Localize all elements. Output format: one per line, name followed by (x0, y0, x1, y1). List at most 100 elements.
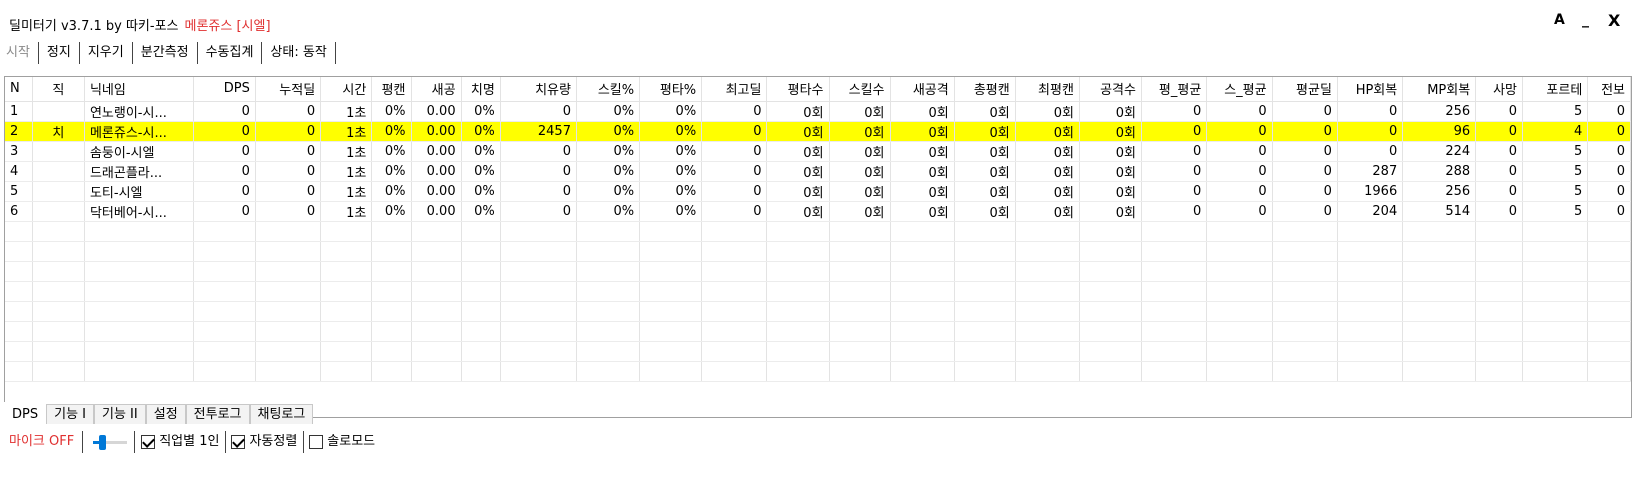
tab-dps[interactable]: DPS (4, 402, 47, 424)
table-row[interactable]: 2 치 메론쥬스-시... 0 0 1초 0% 0.00 0% 2457 0% 0% 0 0회 0회 0회 0회… (5, 121, 1631, 142)
column-header[interactable]: 직 (32, 77, 85, 102)
table-row[interactable]: 6 닥터베어-시... 0 0 1초 0% 0.00 0% 0 0% 0% 0 0회 0회 0회 0회 0회 0회… (5, 201, 1631, 222)
column-header[interactable]: 최고딜 (701, 77, 768, 102)
column-header[interactable]: 스_평균 (1206, 77, 1273, 102)
table-cell: 0 (701, 201, 768, 222)
dps-grid[interactable]: N 직 닉네임 DPS 누적딜 시간 평캔 새공 치명 치유량 스킬% 평타% 최고딜 평타수 스킬수 새공격… (4, 76, 1632, 418)
empty-cell (461, 261, 501, 282)
empty-cell (411, 301, 462, 322)
empty-cell (766, 321, 830, 342)
table-cell: 0% (371, 181, 412, 202)
slider-thumb[interactable] (98, 435, 106, 450)
start-button[interactable]: 시작 (0, 42, 39, 64)
column-header[interactable]: DPS (193, 77, 256, 102)
checkbox-box[interactable] (309, 435, 324, 449)
empty-cell (1522, 341, 1589, 362)
empty-cell (1015, 241, 1080, 262)
stop-button[interactable]: 정지 (39, 42, 80, 64)
column-header[interactable]: 평캔 (371, 77, 412, 102)
table-cell: 0 (500, 141, 577, 162)
empty-cell (829, 321, 891, 342)
empty-cell (320, 361, 373, 382)
table-cell: 0 (1206, 121, 1273, 142)
column-header[interactable]: 최평캔 (1015, 77, 1080, 102)
column-header[interactable]: 누적딜 (255, 77, 322, 102)
table-row[interactable]: 5 도티-시엘 0 0 1초 0% 0.00 0% 0 0% 0% 0 0회 0회 0회 0회 0회 0회 0 0 0 1… (5, 181, 1631, 202)
column-header[interactable]: 평타수 (766, 77, 830, 102)
empty-cell (1015, 281, 1080, 302)
tab-strip: DPS 기능 I 기능 II 설정 전투로그 채팅로그 (4, 402, 314, 424)
table-cell: 0회 (1079, 181, 1142, 202)
column-header[interactable]: 시간 (320, 77, 373, 102)
table-row[interactable]: 4 드래곤플라... 0 0 1초 0% 0.00 0% 0 0% 0% 0 0회 0회 0회 0회 0회 0회 0… (5, 161, 1631, 182)
volume-slider[interactable] (83, 431, 136, 453)
empty-cell (320, 321, 373, 342)
solo-mode-checkbox[interactable]: 솔로모드 (309, 431, 381, 453)
column-header[interactable]: 전보 (1587, 77, 1631, 102)
table-cell: 0 (1475, 101, 1523, 122)
table-cell: 0 (1272, 121, 1338, 142)
clear-button[interactable]: 지우기 (80, 42, 133, 64)
table-cell: 0 (1141, 161, 1208, 182)
checkbox-box[interactable] (231, 435, 246, 449)
checkbox-box[interactable] (141, 435, 156, 449)
empty-cell (32, 321, 85, 342)
column-header[interactable]: 평_평균 (1141, 77, 1208, 102)
table-cell: 0 (1272, 181, 1338, 202)
column-header[interactable]: 치유량 (500, 77, 577, 102)
column-header[interactable]: 공격수 (1079, 77, 1142, 102)
column-header[interactable]: 사망 (1475, 77, 1523, 102)
table-row[interactable]: 1 연노랭이-시... 0 0 1초 0% 0.00 0% 0 0% 0% 0 0회 0회 0회 0회 0회 0회… (5, 101, 1631, 122)
empty-cell (1206, 241, 1273, 262)
column-header[interactable]: 포르테 (1522, 77, 1589, 102)
empty-cell (320, 221, 373, 242)
table-cell: 0 (701, 121, 768, 142)
empty-cell (1587, 221, 1631, 242)
empty-cell (1337, 301, 1404, 322)
minimize-button[interactable]: _ (1582, 12, 1589, 28)
table-cell: 0회 (766, 101, 830, 122)
table-cell: 0 (500, 161, 577, 182)
column-header[interactable]: N (5, 77, 33, 102)
column-header[interactable]: 평균딜 (1272, 77, 1338, 102)
column-header[interactable]: 새공격 (890, 77, 955, 102)
auto-sort-checkbox[interactable]: 자동정렬 (231, 431, 305, 453)
table-row[interactable]: 3 솜둥이-시엘 0 0 1초 0% 0.00 0% 0 0% 0% 0 0회 0회 0회 0회 0회 0회 0 0 0… (5, 141, 1631, 162)
font-toggle-button[interactable]: A (1554, 12, 1565, 28)
column-header[interactable]: HP회복 (1337, 77, 1404, 102)
empty-cell (1475, 361, 1523, 382)
mic-toggle-button[interactable]: 마이크 OFF (0, 431, 84, 453)
tab-combat-log[interactable]: 전투로그 (185, 404, 250, 424)
empty-cell (320, 341, 373, 362)
empty-cell (1206, 361, 1273, 382)
tab-function-1[interactable]: 기능 I (46, 404, 94, 424)
empty-cell (576, 301, 641, 322)
empty-cell (1337, 281, 1404, 302)
tab-function-2[interactable]: 기능 II (94, 404, 146, 424)
minute-measure-button[interactable]: 분간측정 (133, 42, 198, 64)
empty-cell (1475, 341, 1523, 362)
close-button[interactable]: X (1608, 11, 1620, 30)
column-header[interactable]: 닉네임 (84, 77, 194, 102)
column-header[interactable]: 총평캔 (954, 77, 1016, 102)
tab-chat-log[interactable]: 채팅로그 (249, 404, 314, 424)
column-header[interactable]: 새공 (411, 77, 462, 102)
manual-aggregate-button[interactable]: 수동집계 (198, 42, 263, 64)
column-header[interactable]: 스킬수 (829, 77, 891, 102)
status-label: 상태: 동작 (262, 42, 336, 64)
empty-cell (500, 261, 577, 282)
column-header[interactable]: 스킬% (576, 77, 641, 102)
per-class-one-checkbox[interactable]: 직업별 1인 (141, 431, 227, 453)
table-cell: 0 (701, 161, 768, 182)
empty-row (5, 281, 1631, 302)
empty-cell (1141, 261, 1208, 282)
empty-cell (411, 321, 462, 342)
column-header[interactable]: MP회복 (1402, 77, 1477, 102)
column-header[interactable]: 평타% (639, 77, 703, 102)
table-cell: 0회 (829, 101, 891, 122)
empty-cell (255, 241, 322, 262)
table-cell: 0 (1141, 181, 1208, 202)
column-header[interactable]: 치명 (461, 77, 501, 102)
tab-settings[interactable]: 설정 (145, 404, 186, 424)
empty-cell (1079, 321, 1142, 342)
